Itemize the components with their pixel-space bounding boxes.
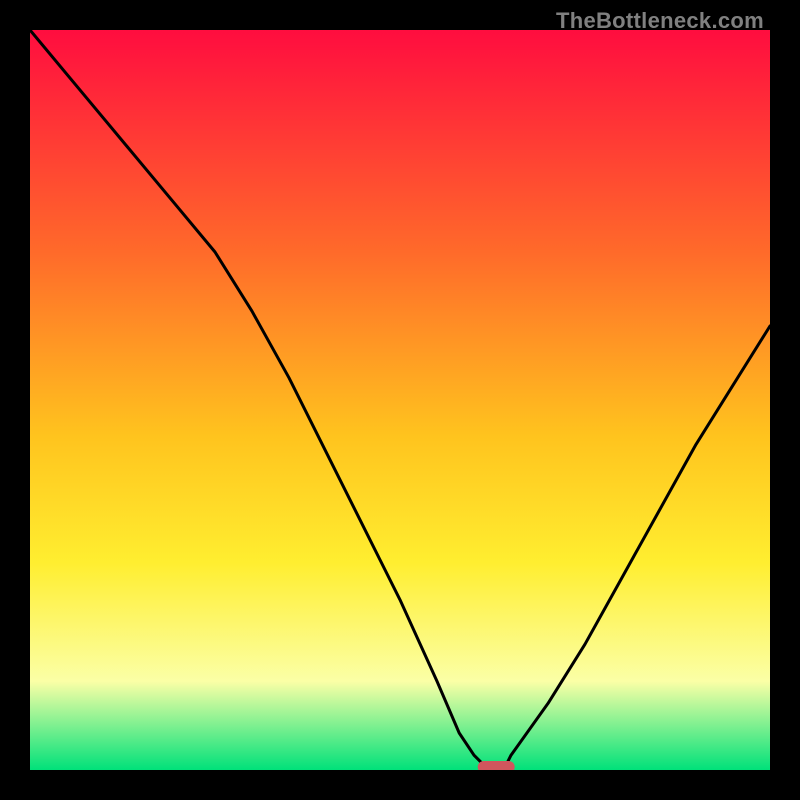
optimal-marker <box>478 761 515 770</box>
chart-frame: TheBottleneck.com <box>0 0 800 800</box>
bottleneck-chart <box>30 30 770 770</box>
gradient-background <box>30 30 770 770</box>
watermark-text: TheBottleneck.com <box>556 8 764 34</box>
